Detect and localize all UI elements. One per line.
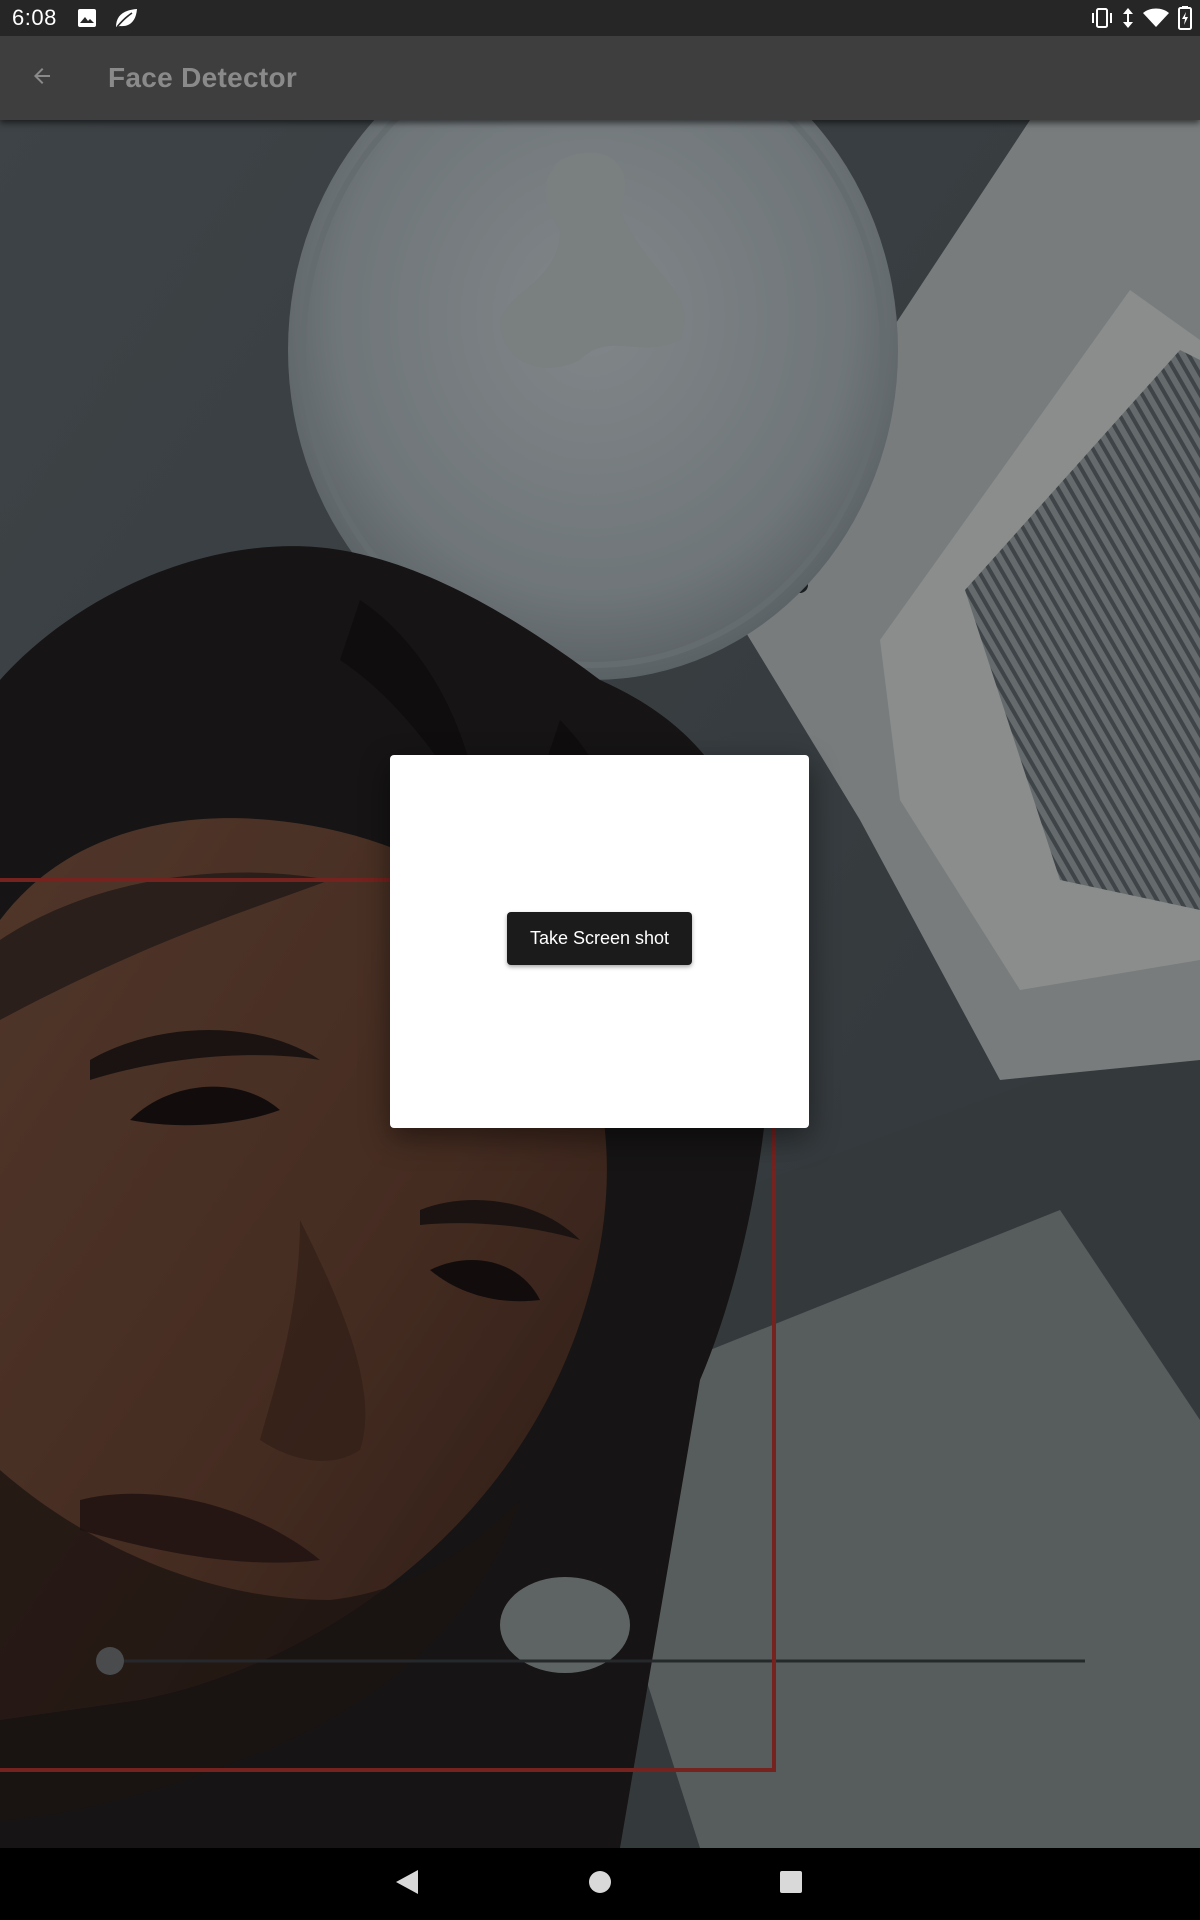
home-circle-icon xyxy=(588,1870,612,1899)
zoom-slider-thumb xyxy=(96,1647,124,1675)
recents-square-icon xyxy=(779,1870,803,1899)
wifi-icon xyxy=(1142,7,1170,29)
nav-recents-button[interactable] xyxy=(743,1848,839,1920)
navigation-bar xyxy=(0,1848,1200,1920)
status-time: 6:08 xyxy=(12,5,57,30)
status-right-icons xyxy=(1090,0,1192,36)
screenshot-dialog: Take Screen shot xyxy=(390,755,809,1128)
nav-home-button[interactable] xyxy=(552,1848,648,1920)
wall-fixture xyxy=(500,1577,630,1673)
vibrate-icon xyxy=(1090,7,1114,29)
arrow-back-icon xyxy=(30,64,54,93)
status-left-icons xyxy=(77,7,139,29)
data-arrows-icon xyxy=(1122,7,1134,29)
image-icon xyxy=(77,8,97,28)
nav-back-button[interactable] xyxy=(359,1848,455,1920)
back-button[interactable] xyxy=(0,36,84,120)
page-title: Face Detector xyxy=(108,62,298,93)
battery-charging-icon xyxy=(1178,6,1192,30)
status-bar: 6:08 xyxy=(0,0,1200,36)
leaf-icon xyxy=(113,7,139,29)
take-screenshot-button[interactable]: Take Screen shot xyxy=(507,912,692,965)
back-triangle-icon xyxy=(394,1868,420,1901)
phone-screen: 6:08 Face Detector Take Screen shot xyxy=(0,0,1200,1920)
app-bar: Face Detector xyxy=(0,36,1200,120)
